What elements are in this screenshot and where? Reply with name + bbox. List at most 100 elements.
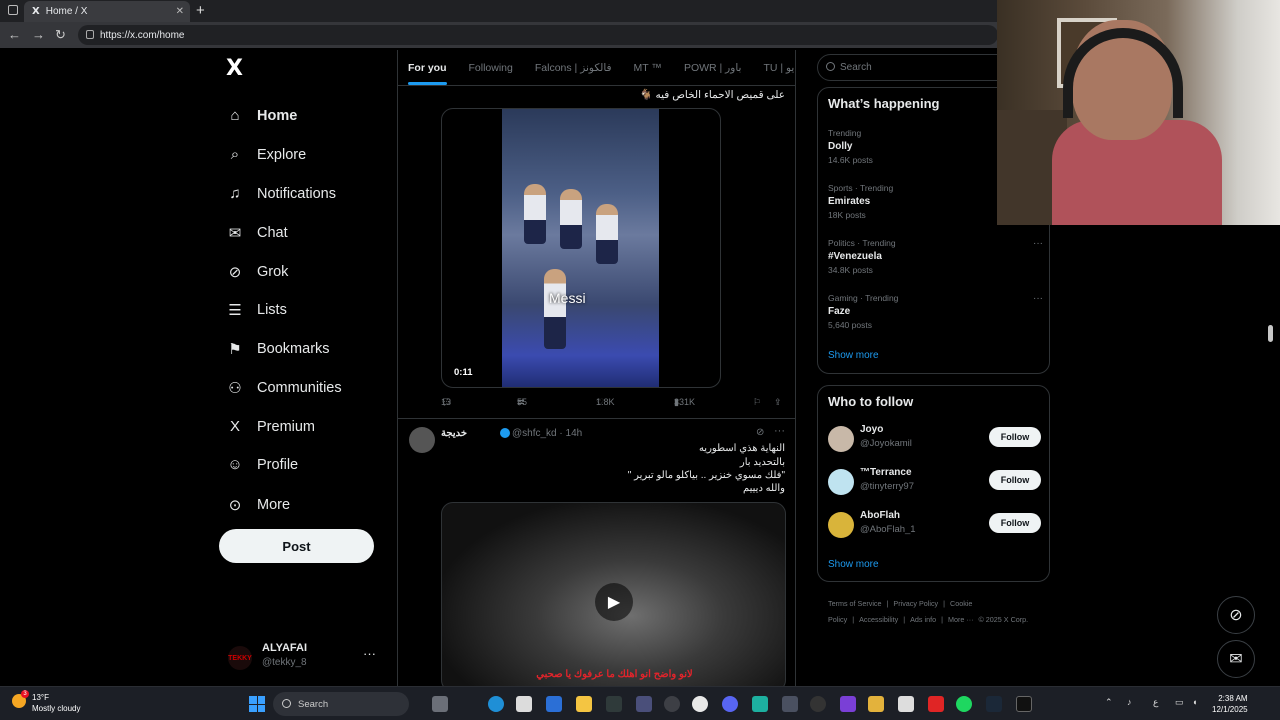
sidebar-item-notifications[interactable]: ♫ Notifications [226, 185, 336, 202]
sidebar-item-grok[interactable]: ⊘ Grok [226, 263, 289, 281]
footer-link[interactable]: Accessibility [859, 615, 898, 624]
video-player[interactable]: ▶ لانو واضح انو اهلك ما عرفوك يا صحبي [441, 502, 786, 686]
tab-following[interactable]: Following [469, 62, 513, 74]
tray-chevron-icon[interactable]: ⌃ [1105, 697, 1113, 708]
follow-button[interactable]: Follow [989, 470, 1041, 490]
language-indicator[interactable]: ع [1153, 697, 1158, 708]
avatar[interactable] [828, 426, 854, 452]
sidebar-item-bookmarks[interactable]: ⚑ Bookmarks [226, 340, 329, 358]
more-options-icon[interactable]: ··· [1033, 293, 1043, 304]
app-icon[interactable] [606, 696, 622, 712]
trend-item[interactable]: Gaming · Trending Faze 5,640 posts ··· [828, 293, 1043, 330]
tab-actions-icon[interactable] [8, 5, 18, 15]
follow-suggestion[interactable]: Joyo @Joyokamil Follow [828, 424, 1041, 454]
bookmark-icon[interactable]: ⚐ [753, 397, 761, 408]
app-icon[interactable] [636, 696, 652, 712]
search-placeholder: Search [840, 62, 872, 73]
tab-tu[interactable]: TU | تي يو [763, 62, 795, 74]
obs-icon[interactable] [810, 696, 826, 712]
browser-tab-home[interactable]: X Home / X ✕ [24, 1, 190, 22]
grok-icon[interactable]: ⊘ [756, 427, 764, 438]
tab-for-you[interactable]: For you [408, 62, 447, 85]
tab-powr[interactable]: POWR | باور [684, 62, 742, 74]
tweet-handle[interactable]: @shfc_kd [512, 428, 557, 439]
app-icon[interactable] [664, 696, 680, 712]
avatar[interactable] [828, 512, 854, 538]
follow-suggestion[interactable]: AboFlah @AboFlah_1 Follow [828, 510, 1041, 540]
reload-icon[interactable]: ↻ [55, 27, 66, 43]
grok-float-button[interactable]: ⊘ [1217, 596, 1255, 634]
start-button[interactable] [249, 696, 265, 712]
microphone-icon[interactable]: ♪ [1127, 697, 1132, 707]
sidebar-item-explore[interactable]: ⌕ Explore [226, 146, 306, 163]
footer-link[interactable]: Privacy Policy [893, 599, 938, 608]
taskbar-clock[interactable]: 2:38 AM 12/1/2025 [1212, 693, 1248, 715]
x-logo-icon[interactable]: X [226, 56, 243, 81]
footer-link[interactable]: Terms of Service [828, 599, 882, 608]
scrollbar-thumb[interactable] [1268, 325, 1273, 342]
sidebar-item-profile[interactable]: ☺ Profile [226, 456, 298, 473]
play-icon[interactable]: ▶ [595, 583, 633, 621]
file-explorer-icon[interactable] [576, 696, 592, 712]
people-icon: ⚇ [228, 380, 242, 397]
sidebar-item-chat[interactable]: ✉ Chat [226, 224, 288, 242]
footer-link[interactable]: © 2025 X Corp. [979, 615, 1029, 624]
share-icon[interactable]: ⇪ [774, 397, 782, 408]
sidebar-item-lists[interactable]: ☰ Lists [226, 301, 287, 319]
avatar[interactable] [828, 469, 854, 495]
account-switcher[interactable]: TEKKY ALYAFAI @tekky_8 ··· [228, 642, 388, 672]
user-name[interactable]: AboFlah [860, 510, 900, 521]
edge-icon[interactable] [488, 696, 504, 712]
tweet-time[interactable]: 14h [566, 428, 583, 439]
more-options-icon[interactable]: ··· [363, 646, 376, 661]
sidebar-item-communities[interactable]: ⚇ Communities [226, 379, 341, 397]
follow-button[interactable]: Follow [989, 513, 1041, 533]
video-player[interactable]: Messi 0:11 [441, 108, 721, 388]
url-input[interactable]: https://x.com/home [78, 25, 998, 45]
app-icon[interactable] [840, 696, 856, 712]
sidebar-item-more[interactable]: ⊙ More [226, 496, 290, 514]
app-icon[interactable] [752, 696, 768, 712]
volume-icon[interactable]: ◖ [1192, 697, 1197, 707]
app-icon[interactable] [782, 696, 798, 712]
steam-icon[interactable] [986, 696, 1002, 712]
follow-button[interactable]: Follow [989, 427, 1041, 447]
user-name[interactable]: ™Terrance [860, 467, 912, 478]
youtube-icon[interactable] [928, 696, 944, 712]
tweet-author-name[interactable]: خديجة [441, 428, 467, 439]
task-view-icon[interactable] [432, 696, 448, 712]
forward-arrow-icon[interactable]: → [32, 27, 45, 42]
taskbar-search[interactable]: Search [273, 692, 409, 716]
more-options-icon[interactable]: ··· [1033, 238, 1043, 249]
repost-count: 55 [517, 397, 528, 407]
tab-mt[interactable]: MT ™ [634, 62, 662, 74]
new-tab-button[interactable]: + [196, 2, 205, 19]
app-icon[interactable] [868, 696, 884, 712]
unreal-icon[interactable] [1016, 696, 1032, 712]
more-options-icon[interactable]: ··· [774, 425, 785, 437]
tab-falcons[interactable]: Falcons | فالكونز [535, 62, 612, 74]
chrome-icon[interactable] [692, 696, 708, 712]
trend-item[interactable]: Politics · Trending #Venezuela 34.8K posts… [828, 238, 1043, 275]
store-icon[interactable] [516, 696, 532, 712]
post-button[interactable]: Post [219, 529, 374, 563]
show-more-link[interactable]: Show more [828, 559, 879, 570]
user-name[interactable]: Joyo [860, 424, 883, 435]
follow-suggestion[interactable]: ™Terrance @tinyterry97 Follow [828, 467, 1041, 497]
network-icon[interactable]: ▭ [1175, 697, 1184, 708]
sidebar-item-home[interactable]: ⌂ Home [226, 107, 297, 124]
messages-float-button[interactable]: ✉ [1217, 640, 1255, 678]
sidebar-item-premium[interactable]: X Premium [226, 418, 315, 435]
weather-widget[interactable]: 3 13°F Mostly cloudy [12, 690, 80, 714]
footer-link[interactable]: More ··· [948, 615, 974, 624]
close-tab-icon[interactable]: ✕ [176, 6, 184, 17]
discord-icon[interactable] [722, 696, 738, 712]
avatar[interactable] [409, 427, 435, 453]
app-icon[interactable] [546, 696, 562, 712]
spotify-icon[interactable] [956, 696, 972, 712]
footer-link[interactable]: Ads info [910, 615, 936, 624]
back-arrow-icon[interactable]: ← [8, 27, 21, 42]
app-icon[interactable] [898, 696, 914, 712]
site-info-icon[interactable] [86, 30, 94, 39]
show-more-link[interactable]: Show more [828, 350, 879, 361]
